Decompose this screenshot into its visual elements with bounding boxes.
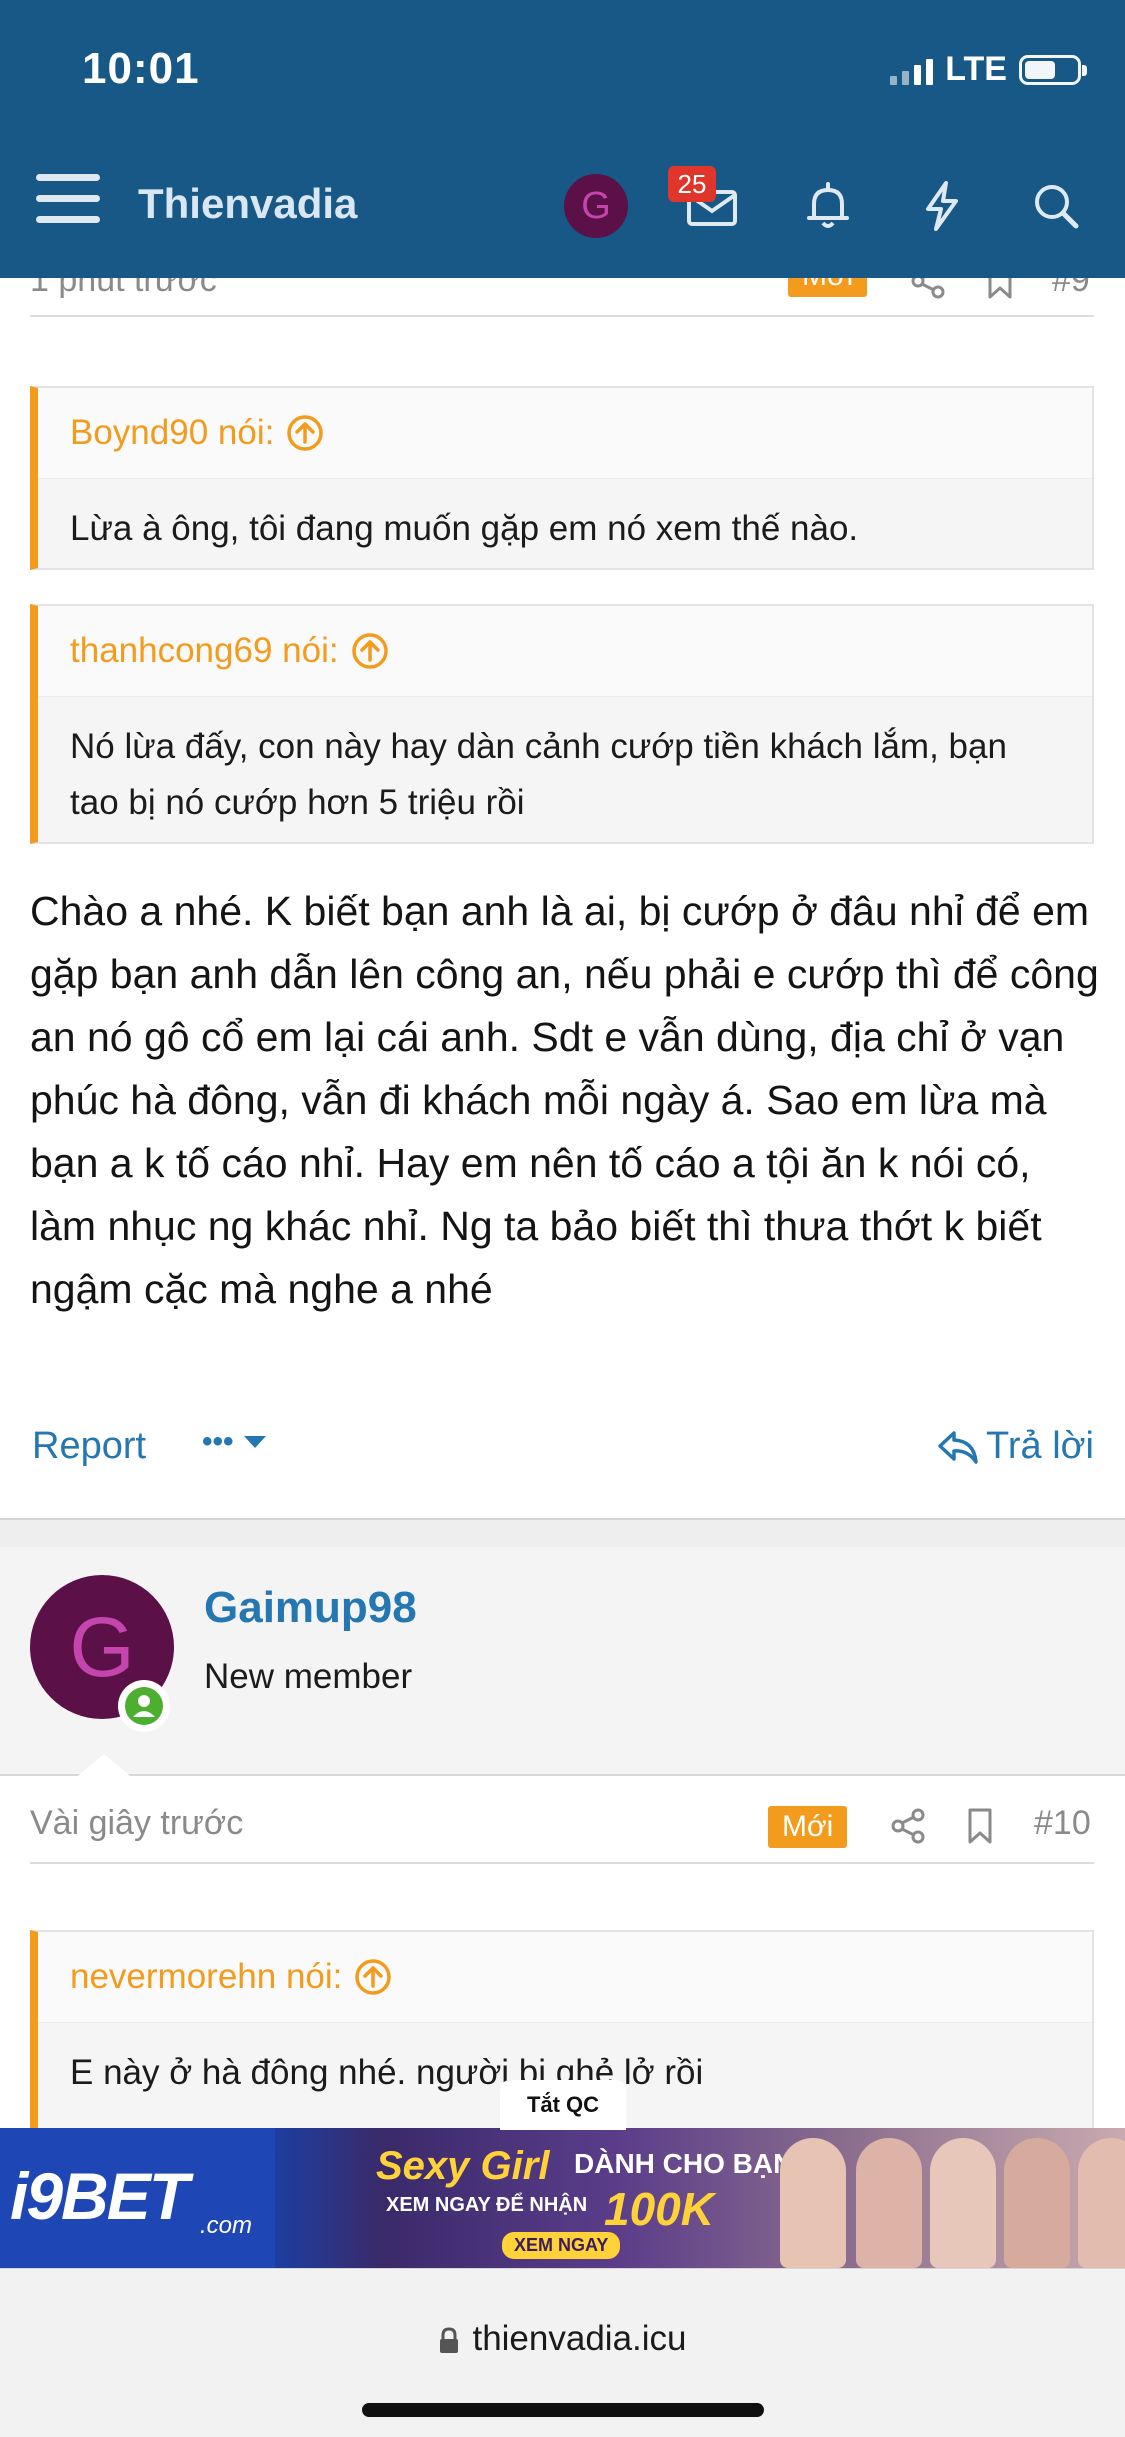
- close-ad-button[interactable]: Tắt QC: [500, 2080, 626, 2130]
- inbox-count-badge: 25: [668, 166, 716, 202]
- ad-image: [780, 2138, 846, 2268]
- url-bar[interactable]: thienvadia.icu: [0, 2319, 1125, 2359]
- quote-block: Boynd90 nói: Lừa à ông, tôi đang muốn gặ…: [30, 386, 1094, 570]
- ad-image: [856, 2138, 922, 2268]
- quote-text: Nó lừa đấy, con này hay dàn cảnh cướp ti…: [70, 727, 1007, 822]
- network-label: LTE: [945, 50, 1007, 88]
- user-block-pointer: [78, 1754, 130, 1776]
- nav-bar: Thienvadia G 25: [0, 160, 1125, 250]
- online-status-icon: [118, 1680, 170, 1732]
- ad-image: [930, 2138, 996, 2268]
- ad-offer-amount: 100K: [604, 2183, 714, 2235]
- post-separator: [0, 1518, 1125, 1549]
- ad-image: [1004, 2138, 1070, 2268]
- battery-icon: [1019, 54, 1087, 85]
- ad-offer-text: XEM NGAY ĐỂ NHẬN: [386, 2194, 588, 2216]
- post-number[interactable]: #10: [1034, 1804, 1091, 1843]
- lightning-icon[interactable]: [914, 178, 970, 234]
- new-badge: Mới: [768, 1806, 848, 1848]
- ad-headline: Sexy Girl: [376, 2144, 550, 2188]
- reply-label: Trả lời: [986, 1425, 1094, 1467]
- user-title: New member: [204, 1657, 413, 1696]
- jump-to-quote-icon[interactable]: [354, 1958, 392, 1996]
- post-meta-10: Vài giây trước Mới #10: [30, 1778, 1094, 1864]
- app-header: 10:01 LTE Thienvadia G 25: [0, 0, 1125, 278]
- ad-image: [1078, 2138, 1125, 2268]
- quote-author[interactable]: Boynd90 nói:: [70, 388, 274, 478]
- ad-subline: DÀNH CHO BẠN: [574, 2148, 794, 2179]
- home-indicator[interactable]: [362, 2403, 764, 2417]
- bell-icon[interactable]: [800, 178, 856, 234]
- ad-logo: i9BET: [10, 2159, 189, 2233]
- report-link[interactable]: Report: [32, 1425, 146, 1468]
- status-indicators: LTE: [890, 50, 1087, 89]
- post-time: Vài giây trước: [30, 1804, 244, 1842]
- quote-text: Lừa à ông, tôi đang muốn gặp em nó xem t…: [70, 509, 859, 548]
- post-message: Chào a nhé. K biết bạn anh là ai, bị cướ…: [30, 888, 1099, 1312]
- username-link[interactable]: Gaimup98: [204, 1583, 417, 1633]
- more-label: •••: [202, 1425, 234, 1458]
- post-actions: Report ••• Trả lời: [32, 1425, 1094, 1485]
- ad-cta-button[interactable]: XEM NGAY: [502, 2232, 621, 2259]
- status-time: 10:01: [82, 44, 200, 93]
- quote-header[interactable]: Boynd90 nói:: [38, 388, 1092, 479]
- search-icon[interactable]: [1028, 178, 1084, 234]
- url-text: thienvadia.icu: [472, 2319, 687, 2358]
- quote-author[interactable]: nevermorehn nói:: [70, 1932, 342, 2022]
- ad-banner[interactable]: i9BET .com Sexy Girl DÀNH CHO BẠN XEM NG…: [0, 2128, 1125, 2268]
- site-title[interactable]: Thienvadia: [138, 180, 357, 228]
- signal-icon: [890, 55, 934, 85]
- lock-icon: [440, 2327, 459, 2353]
- ad-logo-suffix: .com: [200, 2212, 253, 2239]
- share-icon[interactable]: [888, 1806, 928, 1846]
- caret-down-icon: [243, 1436, 266, 1448]
- reply-icon: [938, 1430, 978, 1464]
- user-avatar-button[interactable]: G: [564, 174, 628, 238]
- quote-header[interactable]: nevermorehn nói:: [38, 1932, 1092, 2023]
- jump-to-quote-icon[interactable]: [286, 414, 324, 452]
- jump-to-quote-icon[interactable]: [351, 632, 389, 670]
- quote-block: thanhcong69 nói: Nó lừa đấy, con này hay…: [30, 604, 1094, 844]
- menu-icon[interactable]: [36, 174, 100, 230]
- more-actions-menu[interactable]: •••: [202, 1425, 268, 1459]
- bookmark-icon[interactable]: [960, 1806, 1000, 1846]
- post-user-block: G Gaimup98 New member: [0, 1547, 1125, 1776]
- quote-header[interactable]: thanhcong69 nói:: [38, 606, 1092, 697]
- reply-button[interactable]: Trả lời: [936, 1425, 1094, 1468]
- quote-author[interactable]: thanhcong69 nói:: [70, 606, 339, 696]
- browser-bottom-bar: thienvadia.icu: [0, 2268, 1125, 2437]
